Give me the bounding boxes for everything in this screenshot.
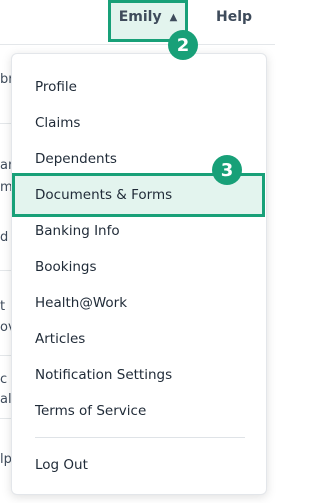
chevron-up-icon: ▲: [169, 12, 178, 23]
step-badge-2: 2: [168, 30, 198, 60]
menu-item-notification-settings[interactable]: Notification Settings: [35, 365, 172, 385]
menu-item-claims[interactable]: Claims: [35, 113, 80, 133]
user-dropdown-menu: Profile Claims Dependents Documents & Fo…: [11, 53, 267, 495]
menu-item-log-out[interactable]: Log Out: [35, 455, 88, 475]
menu-divider: [35, 437, 245, 438]
menu-item-bookings[interactable]: Bookings: [35, 257, 97, 277]
user-name: Emily: [118, 9, 162, 25]
menu-item-terms-of-service[interactable]: Terms of Service: [35, 401, 146, 421]
menu-item-documents-forms[interactable]: Documents & Forms: [35, 185, 172, 205]
menu-item-profile[interactable]: Profile: [35, 77, 77, 97]
menu-item-articles[interactable]: Articles: [35, 329, 85, 349]
menu-item-dependents[interactable]: Dependents: [35, 149, 117, 169]
menu-item-banking-info[interactable]: Banking Info: [35, 221, 120, 241]
menu-item-health-at-work[interactable]: Health@Work: [35, 293, 127, 313]
step-badge-3: 3: [212, 155, 242, 185]
help-link[interactable]: Help: [216, 9, 252, 25]
